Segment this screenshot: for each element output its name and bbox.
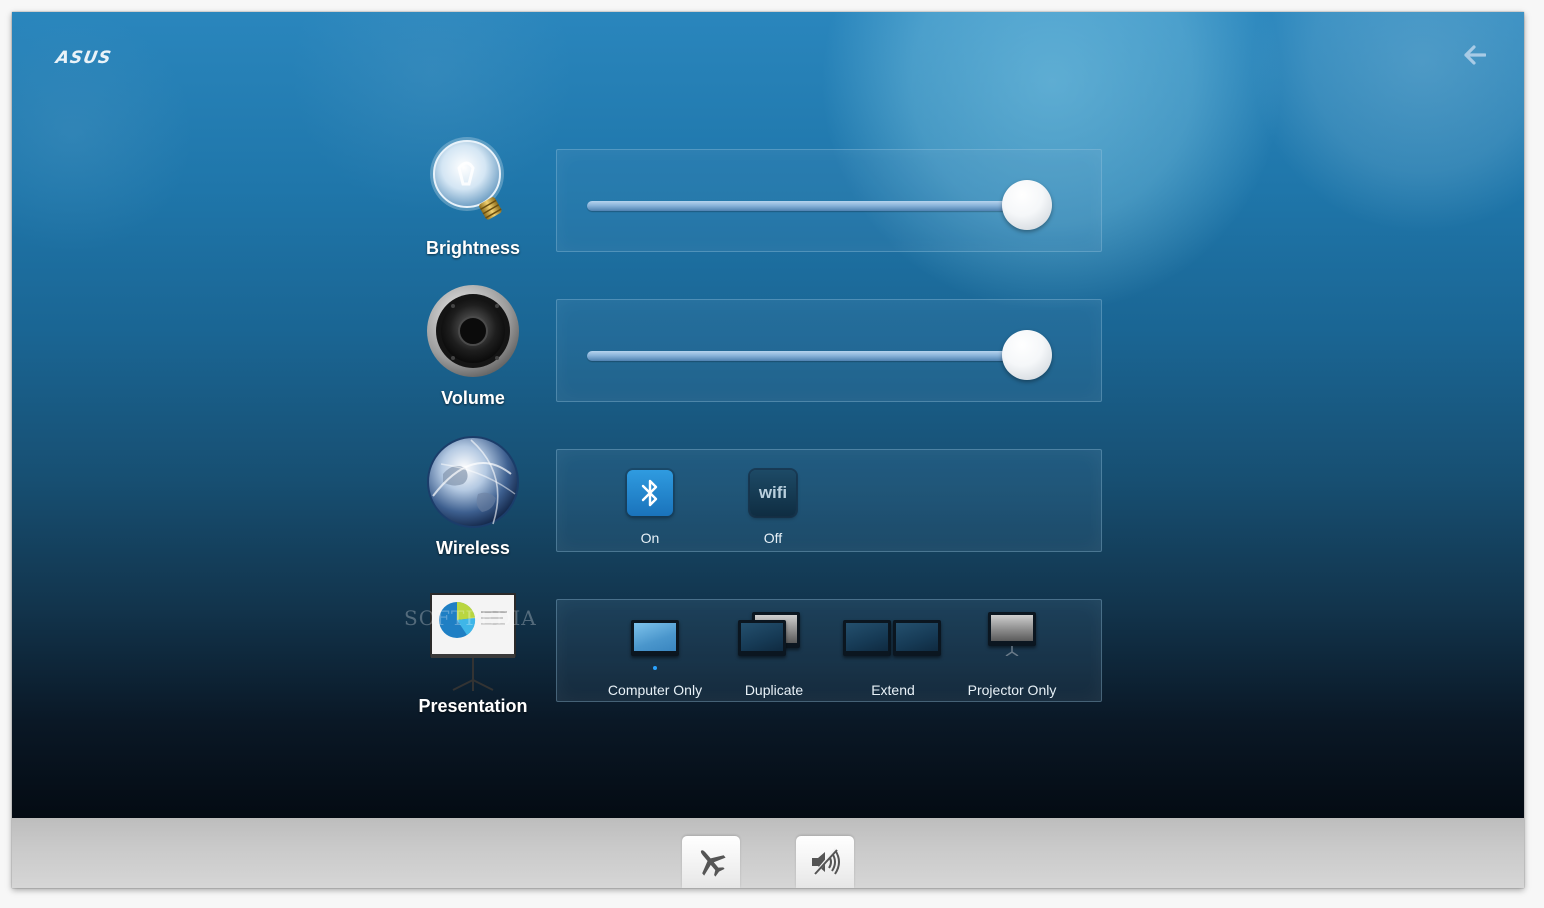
duplicate-icon: [714, 610, 834, 668]
mode-duplicate[interactable]: Duplicate: [714, 610, 834, 698]
brightness-feature: Brightness: [408, 134, 538, 259]
wifi-icon: wifi: [758, 483, 788, 502]
selected-indicator: [653, 666, 657, 670]
wireless-panel: On wifi Off: [556, 449, 1102, 552]
bottom-bar: [12, 818, 1524, 888]
brightness-label: Brightness: [425, 238, 521, 258]
main-stage: ASUS Brightness Volume Wireless On wifi …: [12, 12, 1524, 818]
volume-feature: Volume: [408, 284, 538, 409]
mode-extend[interactable]: Extend: [833, 610, 953, 698]
mode-label: Duplicate: [744, 682, 804, 698]
projector-screen-icon: [430, 593, 516, 691]
arrow-left-icon: [1464, 45, 1487, 65]
bluetooth-icon: [641, 479, 658, 507]
back-button[interactable]: [1460, 44, 1490, 70]
wifi-toggle[interactable]: wifi Off: [733, 470, 813, 546]
bluetooth-state: On: [640, 530, 660, 546]
light-bulb-icon: [430, 137, 504, 220]
wireless-feature: Wireless: [408, 434, 538, 559]
app-window: ASUS Brightness Volume Wireless On wifi …: [12, 12, 1524, 888]
mute-button[interactable]: [796, 836, 854, 888]
volume-slider-knob[interactable]: [1002, 330, 1052, 380]
mode-computer-only[interactable]: Computer Only: [595, 610, 715, 698]
asus-logo: ASUS: [54, 48, 114, 68]
airplane-mode-button[interactable]: [682, 836, 740, 888]
mute-speaker-icon: [812, 848, 840, 876]
bluetooth-tile[interactable]: [627, 470, 673, 516]
computer-only-icon: [595, 610, 715, 670]
presentation-label: Presentation: [418, 696, 528, 716]
projector-only-icon: [952, 610, 1072, 668]
mode-label: Projector Only: [967, 682, 1057, 698]
speaker-icon: [427, 285, 519, 377]
brightness-slider-knob[interactable]: [1002, 180, 1052, 230]
extend-icon: [833, 610, 953, 668]
brightness-slider-track[interactable]: [587, 201, 1027, 211]
wifi-state: Off: [763, 530, 783, 546]
airplane-icon: [700, 850, 726, 877]
wifi-tile[interactable]: wifi: [750, 470, 796, 516]
presentation-feature: Presentation: [408, 592, 538, 717]
presentation-panel: Computer Only Duplicate Extend Projector…: [556, 599, 1102, 702]
mode-label: Computer Only: [607, 682, 703, 698]
volume-label: Volume: [441, 388, 505, 408]
volume-panel: [556, 299, 1102, 402]
bluetooth-toggle[interactable]: On: [610, 470, 690, 546]
mode-label: Extend: [871, 682, 915, 698]
brightness-panel: [556, 149, 1102, 252]
volume-slider-track[interactable]: [587, 351, 1027, 361]
globe-icon: [427, 436, 519, 528]
wireless-label: Wireless: [436, 538, 510, 558]
mode-projector-only[interactable]: Projector Only: [952, 610, 1072, 698]
